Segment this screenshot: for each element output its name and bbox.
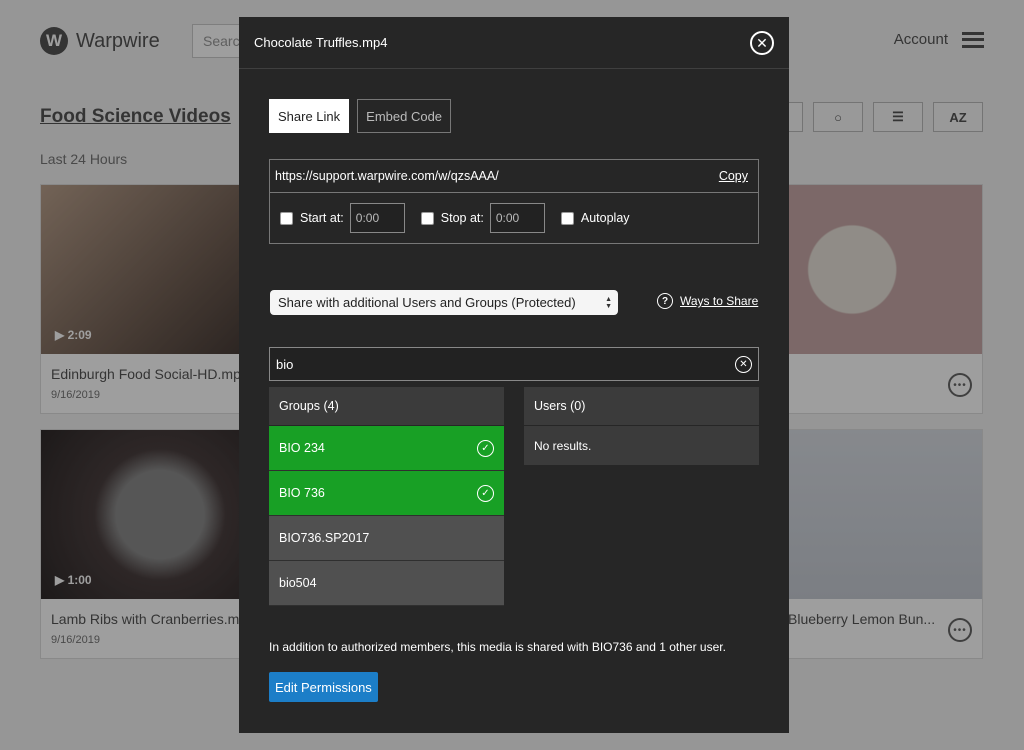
stop-label: Stop at: [440, 211, 484, 225]
playback-options: Start at: 0:00 Stop at: 0:00 Autoplay [270, 193, 758, 243]
start-checkbox[interactable] [280, 211, 293, 225]
users-empty-message: No results. [524, 426, 759, 465]
group-item[interactable]: BIO 234 ✓ [269, 426, 504, 471]
stop-option: Stop at: 0:00 [420, 203, 545, 233]
share-mode-value: Share with additional Users and Groups (… [278, 295, 576, 310]
ways-to-share-link[interactable]: Ways to Share [680, 294, 758, 308]
groups-header: Groups (4) [269, 387, 504, 426]
tab-share-link[interactable]: Share Link [269, 99, 350, 133]
users-list: Users (0) No results. [524, 387, 759, 465]
group-item[interactable]: bio504 [269, 561, 504, 606]
group-item[interactable]: BIO 736 ✓ [269, 471, 504, 516]
stop-time-input[interactable]: 0:00 [489, 203, 545, 233]
share-link-box: https://support.warpwire.com/w/qzsAAA/ C… [269, 159, 759, 244]
group-name: BIO 736 [279, 486, 325, 500]
start-option: Start at: 0:00 [280, 203, 405, 233]
share-summary: In addition to authorized members, this … [269, 640, 726, 654]
check-icon: ✓ [477, 439, 494, 457]
edit-permissions-button[interactable]: Edit Permissions [269, 672, 378, 702]
autoplay-checkbox[interactable] [560, 211, 574, 225]
groups-list: Groups (4) BIO 234 ✓ BIO 736 ✓ BIO736.SP… [269, 387, 504, 606]
autoplay-option: Autoplay [560, 211, 630, 225]
modal-header: Chocolate Truffles.mp4 ✕ [239, 17, 789, 69]
share-url[interactable]: https://support.warpwire.com/w/qzsAAA/ [275, 169, 499, 183]
start-label: Start at: [300, 211, 344, 225]
clear-search-icon[interactable]: ✕ [735, 355, 752, 373]
share-mode-select[interactable]: Share with additional Users and Groups (… [270, 290, 618, 315]
close-icon[interactable]: ✕ [750, 30, 774, 55]
share-tabs: Share Link Embed Code [269, 99, 452, 133]
search-value: bio [276, 356, 294, 372]
select-arrows-icon: ▲ ▼ [605, 295, 612, 310]
group-name: BIO736.SP2017 [279, 531, 370, 545]
modal-title: Chocolate Truffles.mp4 [254, 35, 388, 50]
users-header: Users (0) [524, 387, 759, 426]
check-icon: ✓ [477, 484, 494, 502]
ways-to-share[interactable]: ? Ways to Share [657, 293, 758, 309]
help-icon: ? [657, 293, 673, 309]
stop-checkbox[interactable] [420, 211, 434, 225]
share-url-row: https://support.warpwire.com/w/qzsAAA/ C… [270, 160, 758, 193]
group-name: bio504 [279, 576, 317, 590]
group-item[interactable]: BIO736.SP2017 [269, 516, 504, 561]
group-search-input[interactable]: bio ✕ [269, 347, 759, 381]
autoplay-label: Autoplay [580, 211, 630, 225]
tab-embed-code[interactable]: Embed Code [357, 99, 452, 133]
group-name: BIO 234 [279, 441, 325, 455]
start-time-input[interactable]: 0:00 [349, 203, 405, 233]
share-modal: Chocolate Truffles.mp4 ✕ Share Link Embe… [239, 17, 789, 733]
copy-button[interactable]: Copy [719, 169, 748, 183]
